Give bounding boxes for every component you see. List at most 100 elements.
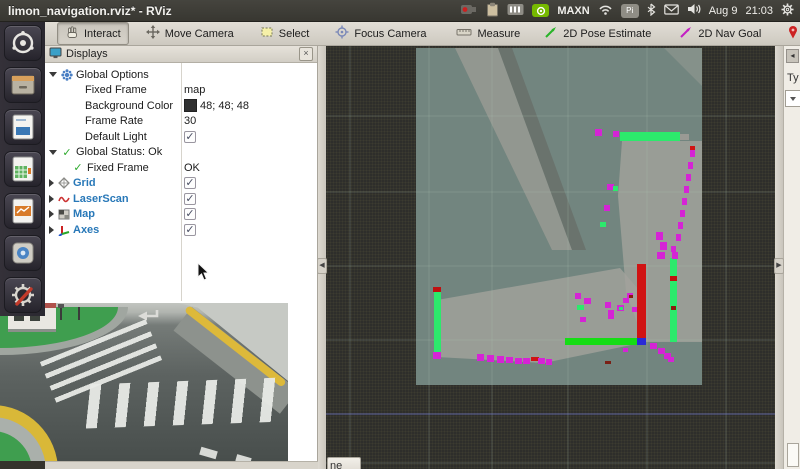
collapse-left-panel-icon[interactable]: ◀ (317, 258, 327, 274)
tool-label: 2D Pose Estimate (563, 28, 651, 40)
tool-2d-pose-estimate[interactable]: 2D Pose Estimate (537, 23, 658, 44)
lane-dash (199, 447, 218, 459)
row-label[interactable]: Default Light (85, 131, 147, 143)
mail-icon[interactable] (664, 4, 679, 18)
system-top-bar: limon_navigation.rviz* - RViz MAXN Pi (0, 0, 800, 22)
laserscan-enabled-checkbox[interactable]: ✓ (184, 193, 196, 205)
axes-enabled-checkbox[interactable]: ✓ (184, 224, 196, 236)
tool-2d-nav-goal[interactable]: 2D Nav Goal (672, 23, 768, 44)
tool-label: Measure (477, 28, 520, 40)
tree-row-frame-rate[interactable]: Frame Rate 30 (45, 114, 317, 130)
tool-publish-point[interactable]: Publish Point (780, 23, 800, 44)
focus-camera-icon (335, 25, 349, 42)
launcher-item-impress[interactable] (4, 193, 42, 229)
session-gear-icon[interactable] (781, 3, 794, 19)
tree-row-map[interactable]: Map ✓ (45, 207, 317, 223)
launcher-item-calc[interactable] (4, 151, 42, 187)
background-color-value[interactable]: 48; 48; 48 (184, 99, 249, 112)
launcher-item-writer[interactable] (4, 109, 42, 145)
clipboard-icon[interactable] (486, 2, 499, 20)
move-camera-icon (146, 25, 160, 42)
expand-arrow-icon[interactable] (49, 195, 54, 203)
views-panel-dock-icon[interactable]: ◂ (786, 49, 799, 63)
sign-pole (58, 304, 64, 308)
launcher-item-dash[interactable] (4, 25, 42, 61)
sign-pole (78, 307, 80, 320)
row-label[interactable]: Background Color (85, 100, 173, 112)
wifi-icon[interactable] (598, 3, 613, 18)
nav-goal-arrow-icon (679, 25, 693, 42)
screen: limon_navigation.rviz* - RViz MAXN Pi (0, 0, 800, 469)
row-label[interactable]: Global Options (76, 69, 149, 81)
launcher-item-files[interactable] (4, 67, 42, 103)
nvidia-icon[interactable] (532, 4, 549, 17)
map-view-canvas[interactable] (326, 46, 775, 469)
measure-ruler-icon (456, 26, 472, 41)
map-display-icon (57, 209, 71, 220)
3d-viewport[interactable] (326, 46, 775, 469)
collapse-right-panel-icon[interactable]: ▶ (774, 258, 784, 274)
row-label[interactable]: Frame Rate (85, 115, 143, 127)
axes-display-icon (57, 224, 71, 236)
displays-panel-partial-button[interactable]: ne (327, 457, 361, 469)
window-title: limon_navigation.rviz* - RViz (8, 4, 172, 18)
status-ok-check-icon: ✓ (71, 161, 85, 174)
tool-select[interactable]: Select (253, 23, 317, 44)
power-mode-label[interactable]: MAXN (557, 5, 589, 17)
views-panel-scrollbar[interactable] (787, 443, 799, 467)
tree-row-global-options[interactable]: Global Options (45, 67, 317, 83)
tree-row-laserscan[interactable]: LaserScan ✓ (45, 191, 317, 207)
close-icon[interactable]: × (299, 47, 313, 61)
row-label[interactable]: Fixed Frame (85, 84, 147, 96)
row-label[interactable]: Fixed Frame (87, 162, 149, 174)
tree-row-default-light[interactable]: Default Light ✓ (45, 129, 317, 145)
tree-row-status-fixed-frame[interactable]: ✓ Fixed Frame OK (45, 160, 317, 176)
launcher-item-software[interactable] (4, 235, 42, 271)
input-method-badge[interactable]: Pi (621, 4, 639, 18)
lane-dash (235, 454, 251, 461)
tree-row-background-color[interactable]: Background Color 48; 48; 48 (45, 98, 317, 114)
default-light-checkbox[interactable]: ✓ (184, 131, 196, 143)
interact-hand-icon (65, 25, 79, 42)
row-label[interactable]: Axes (73, 224, 99, 236)
displays-panel-header[interactable]: Displays × (45, 46, 317, 63)
grid-enabled-checkbox[interactable]: ✓ (184, 177, 196, 189)
launcher-item-settings[interactable] (4, 277, 42, 313)
row-label[interactable]: LaserScan (73, 193, 129, 205)
chevron-down-icon (790, 97, 796, 101)
color-swatch (184, 99, 197, 112)
collapse-arrow-icon[interactable] (49, 72, 57, 77)
fixed-frame-value[interactable]: map (184, 84, 205, 96)
row-label[interactable]: Grid (73, 177, 96, 189)
clock-label[interactable]: 21:03 (745, 5, 773, 17)
date-label[interactable]: Aug 9 (709, 5, 738, 17)
bluetooth-icon[interactable] (647, 3, 656, 19)
displays-tree: Global Options Fixed Frame map Backgroun… (45, 63, 317, 238)
views-type-dropdown[interactable] (785, 90, 800, 107)
displays-panel-title: Displays (66, 48, 295, 60)
tool-move-camera[interactable]: Move Camera (139, 23, 241, 44)
views-type-label: Ty (787, 72, 799, 84)
tool-interact[interactable]: Interact (57, 22, 129, 45)
tree-row-global-status[interactable]: ✓ Global Status: Ok (45, 145, 317, 161)
tool-measure[interactable]: Measure (449, 24, 527, 43)
grid-display-icon (57, 177, 71, 189)
views-panel-partial: ◂ Ty (783, 46, 800, 469)
frame-rate-value[interactable]: 30 (184, 115, 196, 127)
rviz-toolbar: Interact Move Camera Select Focus Camera… (45, 22, 800, 46)
screen-record-icon[interactable] (460, 2, 478, 19)
monitor-icon (49, 47, 62, 62)
expand-arrow-icon[interactable] (49, 210, 54, 218)
tree-row-fixed-frame[interactable]: Fixed Frame map (45, 83, 317, 99)
row-label[interactable]: Map (73, 208, 95, 220)
row-label[interactable]: Global Status: Ok (76, 146, 162, 158)
expand-arrow-icon[interactable] (49, 179, 54, 187)
collapse-arrow-icon[interactable] (49, 150, 57, 155)
map-enabled-checkbox[interactable]: ✓ (184, 208, 196, 220)
volume-icon[interactable] (687, 3, 701, 18)
tool-focus-camera[interactable]: Focus Camera (328, 23, 433, 44)
tree-row-grid[interactable]: Grid ✓ (45, 176, 317, 192)
keyboard-input-icon[interactable] (507, 3, 524, 19)
tree-row-axes[interactable]: Axes ✓ (45, 222, 317, 238)
expand-arrow-icon[interactable] (49, 226, 54, 234)
